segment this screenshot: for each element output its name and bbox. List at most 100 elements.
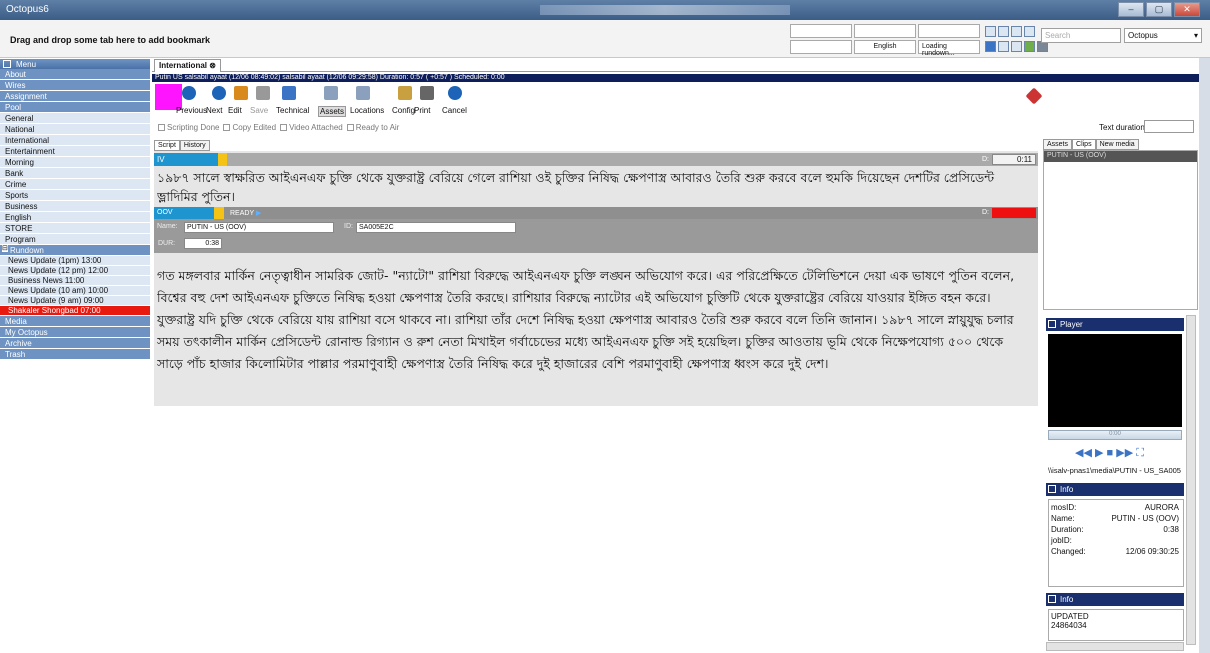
info2-header[interactable]: Info: [1046, 593, 1184, 606]
minimize-button[interactable]: –: [1118, 2, 1144, 17]
stop-icon[interactable]: ■: [1107, 447, 1114, 459]
rewind-icon[interactable]: ◀◀: [1075, 447, 1092, 459]
iv-text[interactable]: ১৯৮৭ সালে স্বাক্ষরিত আইএনএফ চুক্তি থেকে …: [157, 168, 1032, 206]
rundown-label: Rundown: [10, 246, 44, 255]
pool-item[interactable]: International: [0, 135, 150, 146]
vertical-scrollbar[interactable]: [1186, 315, 1196, 645]
rundown-item[interactable]: Shakaler Shongbad 07:00: [0, 306, 150, 316]
oov-segment[interactable]: OOV READY ▶ D: Name: PUTIN - US (OOV) ID…: [154, 207, 1038, 253]
toolbar-button-4[interactable]: Technical: [276, 106, 309, 115]
toolbar-button-7[interactable]: Config: [392, 106, 415, 115]
toolbar-button-3[interactable]: Save: [250, 106, 268, 115]
spike-icon[interactable]: [1025, 87, 1043, 105]
tab-history[interactable]: History: [179, 140, 210, 151]
search-input[interactable]: Search: [1041, 28, 1121, 43]
close-button[interactable]: ✕: [1174, 2, 1200, 17]
checkbox-item[interactable]: Copy Edited: [219, 123, 276, 132]
toolbar-icon-4: [282, 86, 296, 100]
horizontal-scrollbar[interactable]: [1046, 642, 1184, 651]
tab-international[interactable]: International ⊗: [154, 59, 221, 72]
sidebar-rundown[interactable]: ⊟ Rundown: [0, 245, 150, 256]
toolbar-button-8[interactable]: Print: [414, 106, 430, 115]
pool-item[interactable]: Morning: [0, 157, 150, 168]
window-icon[interactable]: [998, 41, 1009, 52]
iv-segment-bar[interactable]: IV D: 0:11: [154, 153, 1038, 166]
checkbox-box[interactable]: [223, 124, 231, 131]
window-title: Octopus6: [6, 4, 49, 15]
media-path: \\isalv-pnas1\media\PUTIN - US_SA005: [1048, 466, 1181, 475]
sidebar-item-2[interactable]: Assignment: [0, 91, 150, 102]
pool-item[interactable]: Sports: [0, 190, 150, 201]
zoom-icon[interactable]: [1011, 41, 1022, 52]
language-box[interactable]: English: [854, 40, 916, 54]
sidebar-item-bottom[interactable]: My Octopus: [0, 327, 150, 338]
pool-item[interactable]: Business: [0, 201, 150, 212]
toolbar-button-5[interactable]: Assets: [318, 106, 347, 117]
iv-duration[interactable]: 0:11: [992, 154, 1036, 165]
image-icon[interactable]: [1024, 41, 1035, 52]
columns-icon[interactable]: [1024, 26, 1035, 37]
menu-header[interactable]: Menu: [0, 58, 150, 69]
toolbar-button-2[interactable]: Edit: [228, 106, 242, 115]
fullscreen-icon[interactable]: ⛶: [1136, 447, 1144, 459]
pool-item[interactable]: Bank: [0, 168, 150, 179]
pool-item[interactable]: Program: [0, 234, 150, 245]
checkbox-item[interactable]: Ready to Air: [343, 123, 399, 132]
filter-icon[interactable]: [985, 41, 996, 52]
play-icon[interactable]: ▶: [256, 210, 261, 217]
checkbox-box[interactable]: [158, 124, 165, 131]
forward-icon[interactable]: ▶▶: [1116, 447, 1133, 459]
toolbar-button-0[interactable]: Previous: [176, 106, 207, 115]
checkbox-item[interactable]: Scripting Done: [154, 123, 219, 132]
checkbox-box[interactable]: [280, 124, 288, 131]
grid-icon[interactable]: [998, 26, 1009, 37]
toolbar-button-9[interactable]: Cancel: [442, 106, 467, 115]
window-titlebar: Octopus6 – ▢ ✕: [0, 0, 1210, 20]
oov-id-field[interactable]: SA005E2C: [356, 222, 516, 233]
toolbar-icon-7: [398, 86, 412, 100]
script-editor[interactable]: IV D: 0:11 ১৯৮৭ সালে স্বাক্ষরিত আইএনএফ চ…: [154, 151, 1038, 406]
clips-list[interactable]: PUTIN - US (OOV): [1043, 150, 1198, 310]
toolbar-button-1[interactable]: Next: [206, 106, 222, 115]
app-select[interactable]: Octopus ▾: [1124, 28, 1202, 43]
sidebar-item-1[interactable]: Wires: [0, 80, 150, 91]
rundown-item[interactable]: News Update (10 am) 10:00: [0, 286, 150, 296]
tab-close-icon[interactable]: ⊗: [209, 61, 216, 70]
sidebar-item-bottom[interactable]: Media: [0, 316, 150, 327]
checkbox-box[interactable]: [346, 124, 354, 131]
sidebar-item-3[interactable]: Pool: [0, 102, 150, 113]
pool-item[interactable]: National: [0, 124, 150, 135]
rundown-item[interactable]: Business News 11:00: [0, 276, 150, 286]
toolbar-button-6[interactable]: Locations: [350, 106, 384, 115]
layout-icon[interactable]: [985, 26, 996, 37]
tab-assets[interactable]: Assets: [1043, 139, 1073, 150]
rundown-item[interactable]: News Update (12 pm) 12:00: [0, 266, 150, 276]
info-header[interactable]: Info: [1046, 483, 1184, 496]
pool-item[interactable]: General: [0, 113, 150, 124]
rundown-item[interactable]: News Update (9 am) 09:00: [0, 296, 150, 306]
play-button-icon[interactable]: ▶: [1095, 447, 1103, 459]
oov-dur-field[interactable]: 0:38: [184, 238, 222, 249]
pool-item[interactable]: Crime: [0, 179, 150, 190]
pool-item[interactable]: Entertainment: [0, 146, 150, 157]
body-text[interactable]: গত মঙ্গলবার মার্কিন নেতৃত্বাধীন সামরিক জ…: [157, 265, 1032, 401]
clip-item[interactable]: PUTIN - US (OOV): [1044, 151, 1197, 162]
player-timeline[interactable]: 0:00: [1048, 430, 1182, 440]
tab-script[interactable]: Script: [154, 140, 180, 151]
checkbox-item[interactable]: Video Attached: [276, 123, 343, 132]
rundown-item[interactable]: News Update (1pm) 13:00: [0, 256, 150, 266]
player-header[interactable]: Player: [1046, 318, 1184, 331]
oov-name-field[interactable]: PUTIN - US (OOV): [184, 222, 334, 233]
tab-new-media[interactable]: New media: [1095, 139, 1139, 150]
table-icon[interactable]: [1011, 26, 1022, 37]
sidebar-item-0[interactable]: About: [0, 69, 150, 80]
pool-item[interactable]: STORE: [0, 223, 150, 234]
text-duration-field[interactable]: [1144, 120, 1194, 133]
tab-clips[interactable]: Clips: [1072, 139, 1096, 150]
sidebar-item-bottom[interactable]: Trash: [0, 349, 150, 360]
video-preview[interactable]: [1048, 334, 1182, 427]
info-value: 0:38: [1163, 525, 1179, 534]
pool-item[interactable]: English: [0, 212, 150, 223]
maximize-button[interactable]: ▢: [1146, 2, 1172, 17]
sidebar-item-bottom[interactable]: Archive: [0, 338, 150, 349]
